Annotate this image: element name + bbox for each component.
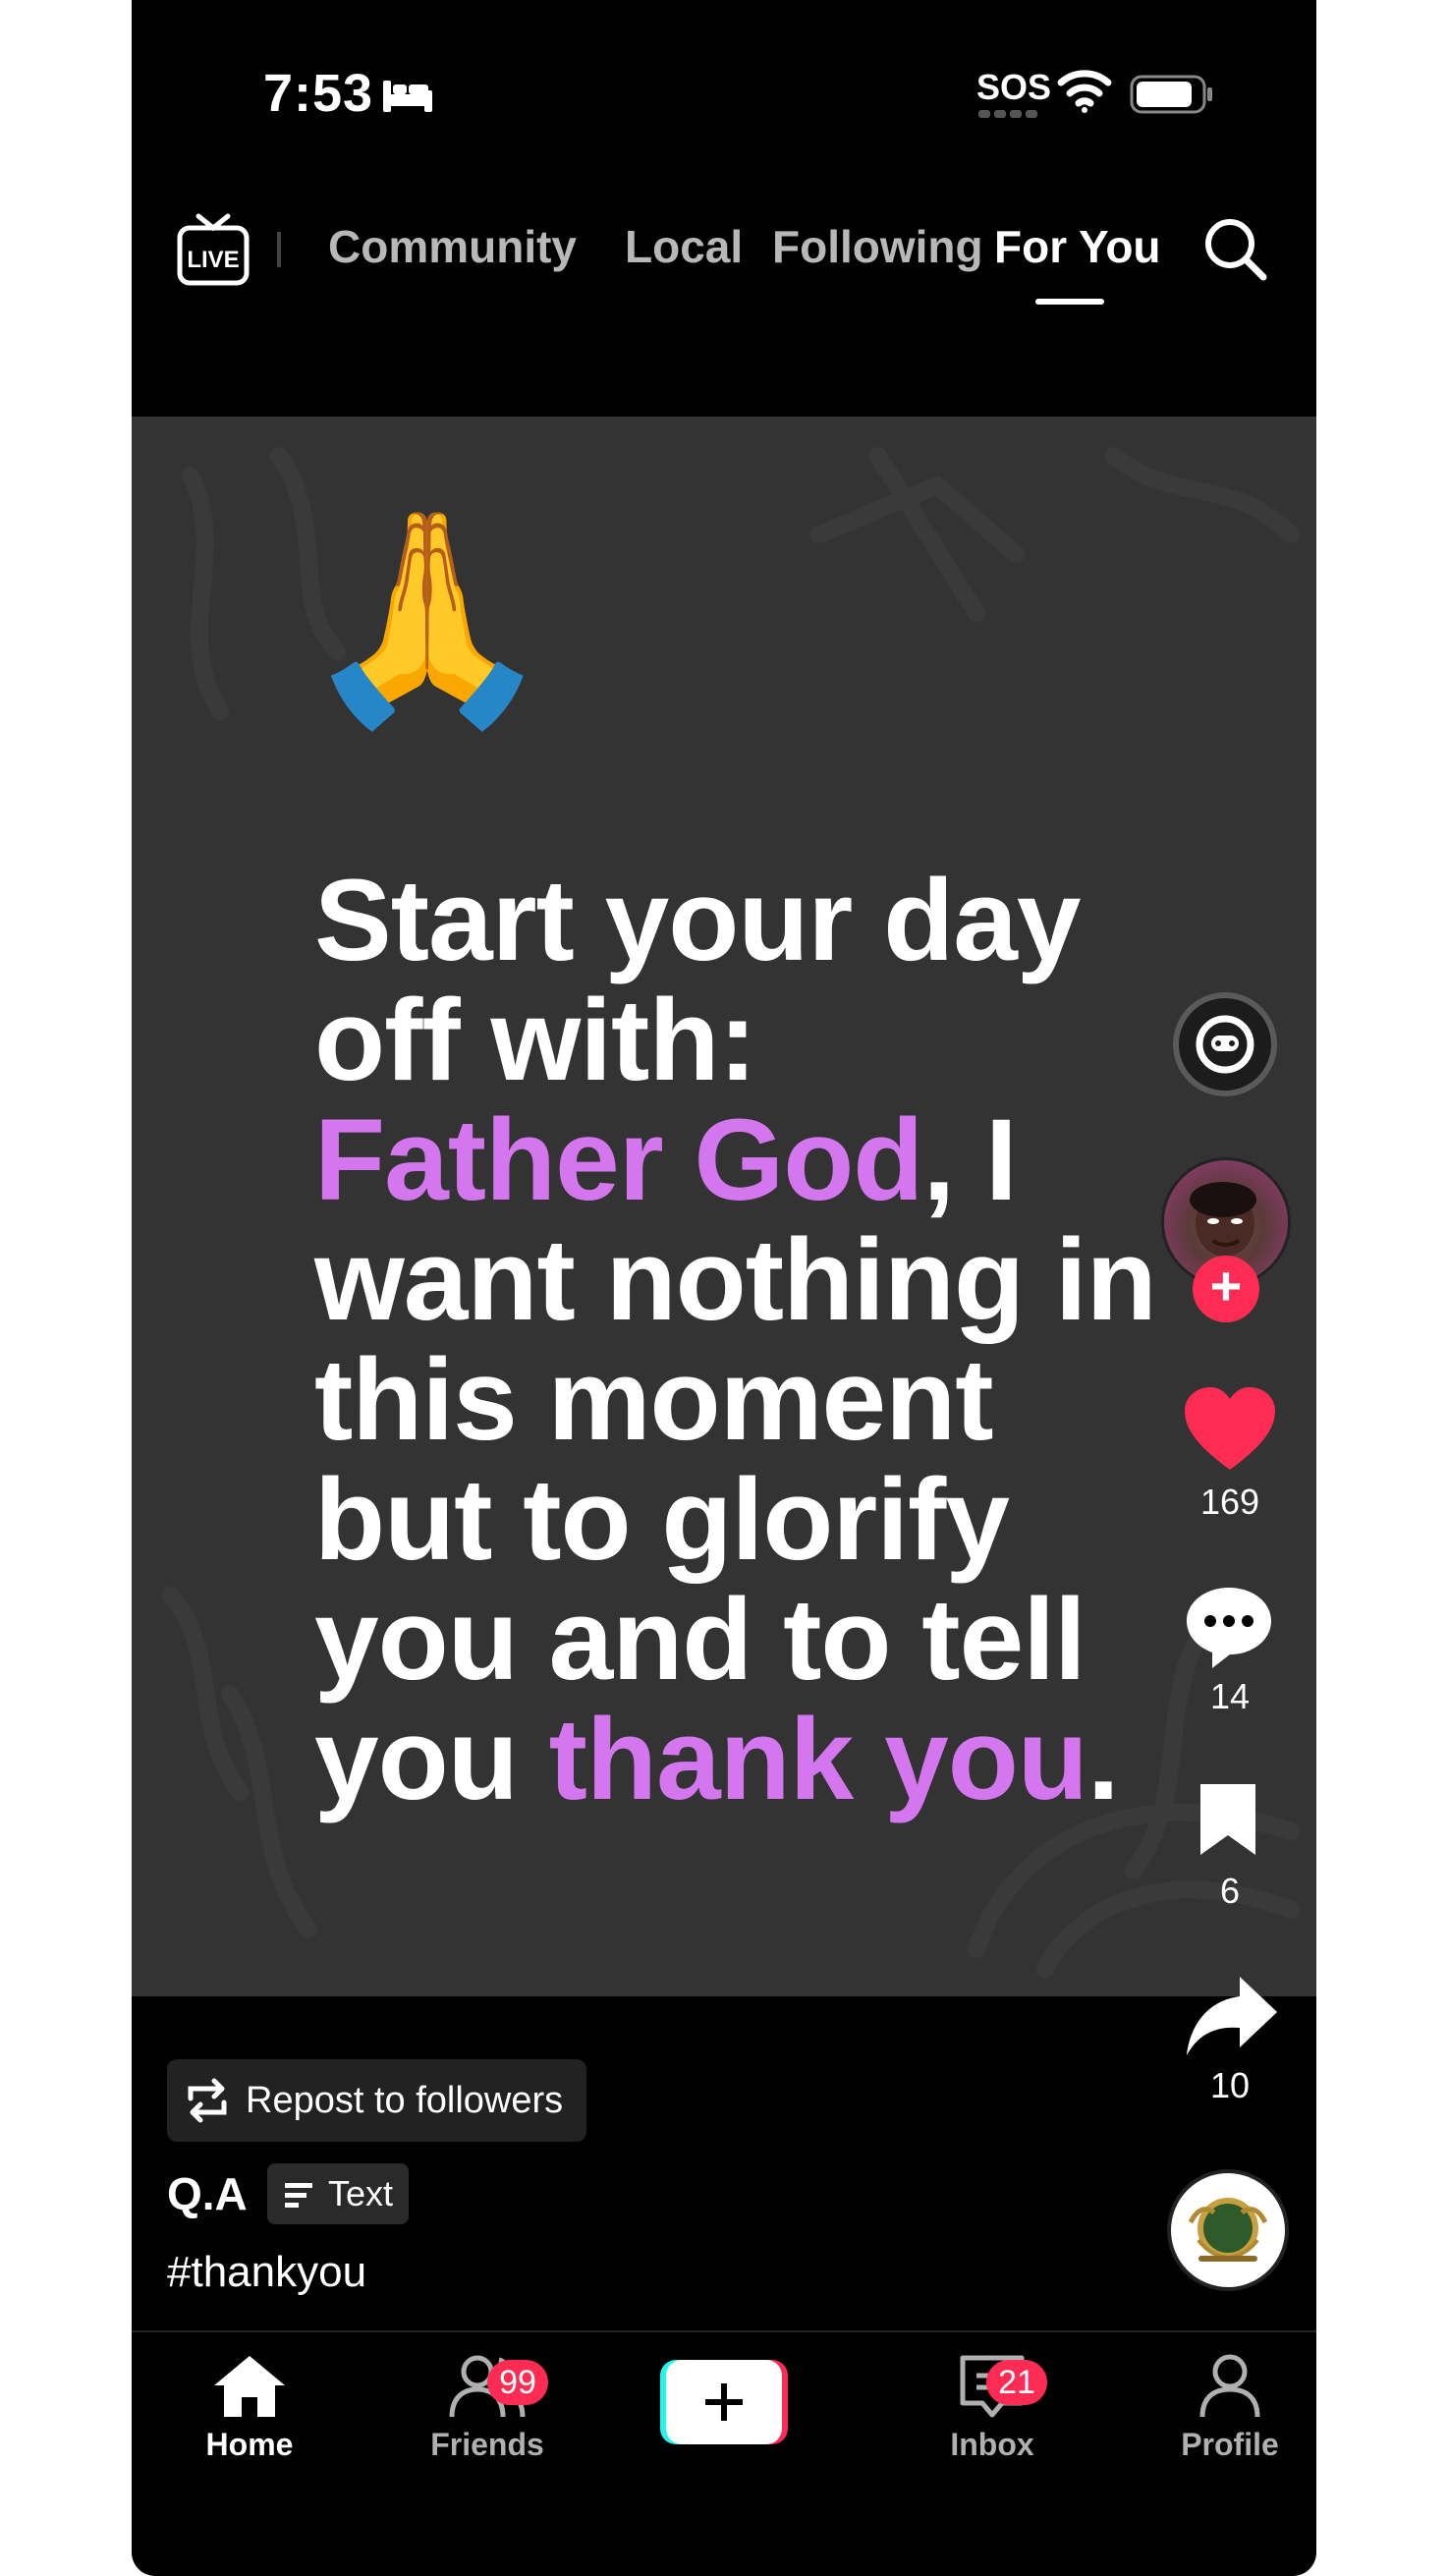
nav-profile-label: Profile — [1181, 2427, 1279, 2462]
home-icon — [214, 2356, 285, 2417]
like-count: 169 — [1199, 1482, 1260, 1522]
quote-line-2: off with: — [314, 976, 757, 1105]
live-label: LIVE — [187, 247, 239, 273]
create-post-button[interactable] — [660, 2360, 788, 2444]
tab-following[interactable]: Following — [772, 220, 983, 273]
quote-line-6: but to glorify — [314, 1455, 1010, 1585]
nav-home-label: Home — [205, 2427, 294, 2462]
nav-friends-label: Friends — [430, 2427, 544, 2462]
ai-face-icon — [1196, 1015, 1254, 1074]
inbox-notification-badge: 21 — [986, 2360, 1047, 2405]
active-tab-indicator — [1035, 299, 1104, 305]
follow-plus-button[interactable]: + — [1193, 1256, 1259, 1322]
nav-home[interactable]: Home — [151, 2352, 348, 2463]
text-badge-label: Text — [328, 2173, 394, 2213]
bookmark-count: 6 — [1219, 1871, 1241, 1911]
repost-to-followers-button[interactable]: Repost to followers — [167, 2059, 587, 2142]
sound-logo-image — [1188, 2198, 1268, 2262]
post-quote-text: Start your day off with: Father God, I w… — [314, 861, 1159, 1820]
text-lines-icon — [285, 2183, 312, 2208]
nav-inbox[interactable]: Inbox 21 — [894, 2352, 1090, 2463]
quote-line-8-prefix: you — [314, 1695, 549, 1824]
status-time: 7:53 — [263, 64, 374, 123]
live-tv-icon[interactable]: LIVE — [177, 212, 250, 287]
praying-hands-emoji: 🙏 — [299, 502, 556, 733]
quote-line-8: you thank you. — [314, 1700, 1159, 1820]
caption-hashtag[interactable]: #thankyou — [167, 2248, 366, 2297]
share-count: 10 — [1209, 2065, 1251, 2105]
repost-label: Repost to followers — [246, 2080, 564, 2121]
quote-line-7: you and to tell — [314, 1575, 1086, 1705]
nav-inbox-label: Inbox — [950, 2427, 1034, 2462]
text-post-badge: Text — [267, 2163, 410, 2224]
sound-disc-icon[interactable] — [1167, 2169, 1289, 2291]
phone-screen: 7:53 SOS LIVE Community Local Following … — [132, 0, 1316, 2576]
sos-indicator: SOS — [976, 67, 1052, 107]
ai-assistant-button[interactable] — [1173, 992, 1277, 1096]
nav-divider — [277, 232, 281, 267]
quote-line-1: Start your day — [314, 856, 1081, 985]
signal-dots-icon — [978, 110, 1037, 118]
share-arrow-icon[interactable] — [1183, 1973, 1281, 2059]
like-heart-icon[interactable] — [1181, 1385, 1279, 1474]
quote-highlight-father-god: Father God — [314, 1095, 923, 1225]
author-name[interactable]: Q.A — [167, 2167, 248, 2220]
repost-icon — [188, 2078, 227, 2123]
tab-community[interactable]: Community — [328, 220, 577, 273]
wifi-icon — [1057, 70, 1112, 113]
tab-for-you[interactable]: For You — [994, 220, 1161, 273]
nav-friends[interactable]: Friends 99 — [389, 2352, 585, 2463]
top-tab-bar: LIVE Community Local Following For You — [132, 196, 1316, 314]
friends-notification-badge: 99 — [487, 2360, 548, 2405]
status-bar: 7:53 SOS — [132, 0, 1316, 187]
quote-highlight-thank-you: thank you — [548, 1695, 1088, 1824]
quote-line-5: this moment — [314, 1335, 994, 1465]
profile-icon — [1199, 2354, 1260, 2418]
quote-line-4: want nothing in — [314, 1215, 1157, 1345]
battery-icon — [1130, 75, 1212, 114]
nav-profile[interactable]: Profile — [1132, 2352, 1316, 2463]
sleep-focus-icon — [383, 81, 432, 112]
bottom-nav-bar: Home Friends 99 Inbox 21 Profile — [132, 2330, 1316, 2576]
quote-line-3: Father God, I — [314, 1100, 1159, 1220]
quote-line-8-suffix: . — [1086, 1695, 1120, 1824]
post-card[interactable]: 🙏 Start your day off with: Father God, I… — [132, 417, 1316, 1996]
tab-local[interactable]: Local — [625, 220, 743, 273]
quote-line-3-rest: , I — [922, 1095, 1017, 1225]
search-icon[interactable] — [1200, 214, 1271, 285]
comment-icon[interactable] — [1183, 1584, 1275, 1670]
comment-count: 14 — [1209, 1676, 1251, 1716]
bookmark-icon[interactable] — [1195, 1780, 1261, 1859]
